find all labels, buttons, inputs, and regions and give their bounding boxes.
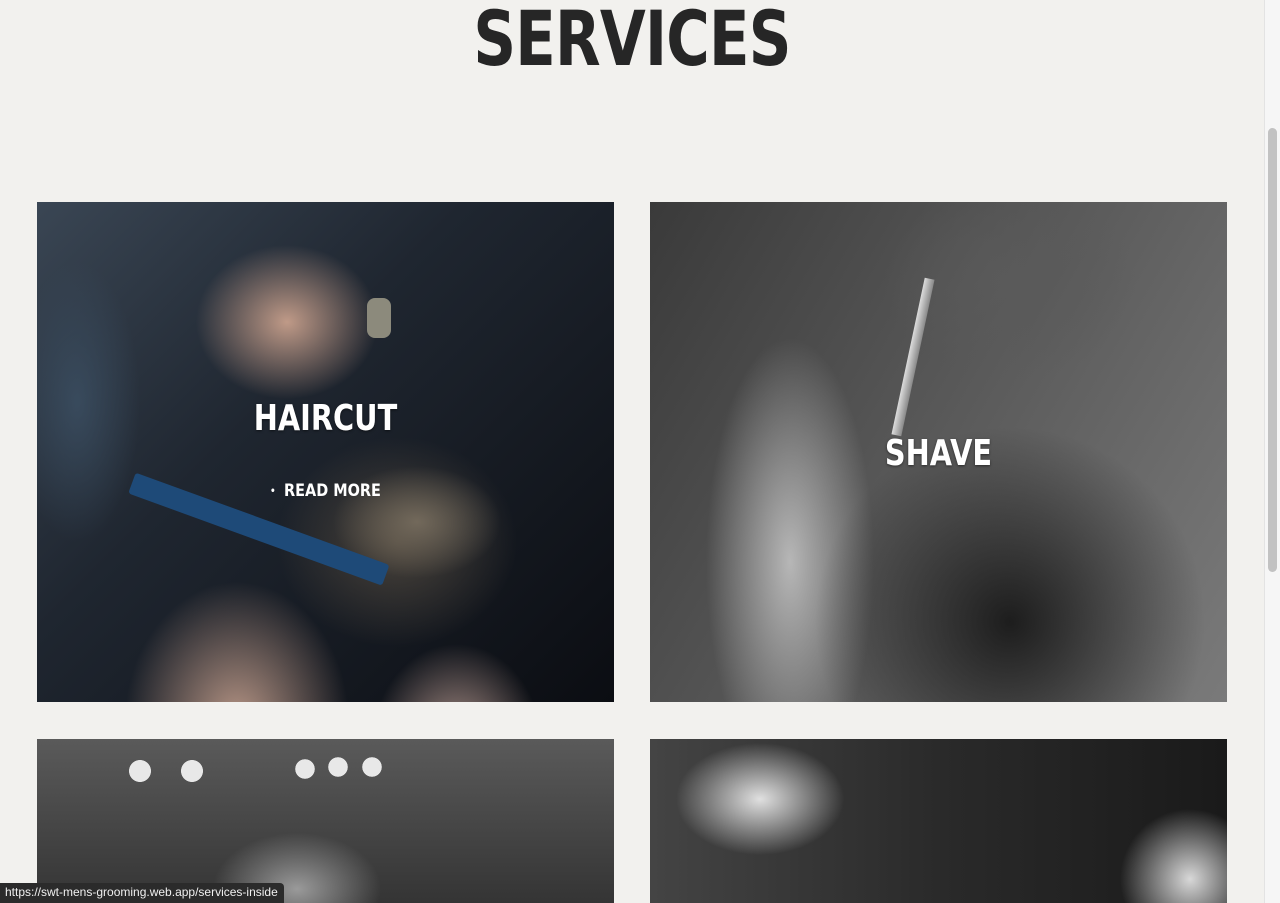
page-title: SERVICES	[473, 0, 791, 83]
scrollbar-thumb[interactable]	[1268, 128, 1277, 572]
service-card-haircut[interactable]: HAIRCUT • READ MORE	[37, 202, 614, 702]
styling-photo	[650, 739, 1227, 903]
service-card-shave[interactable]: SHAVE	[650, 202, 1227, 702]
bullet-icon: •	[270, 485, 276, 497]
barbershop-photo	[37, 739, 614, 903]
read-more-link[interactable]: • READ MORE	[80, 481, 570, 501]
read-more-label: READ MORE	[284, 481, 381, 501]
service-title: SHAVE	[884, 433, 993, 474]
vertical-scrollbar[interactable]	[1264, 0, 1280, 903]
status-bar-url: https://swt-mens-grooming.web.app/servic…	[0, 883, 284, 903]
ring-shape	[367, 298, 391, 338]
services-page: SERVICES HAIRCUT • READ MORE SHAVE	[0, 0, 1264, 903]
service-card-3[interactable]	[37, 739, 614, 903]
service-title: HAIRCUT	[253, 398, 398, 439]
haircut-photo	[37, 202, 614, 702]
service-card-4[interactable]	[650, 739, 1227, 903]
